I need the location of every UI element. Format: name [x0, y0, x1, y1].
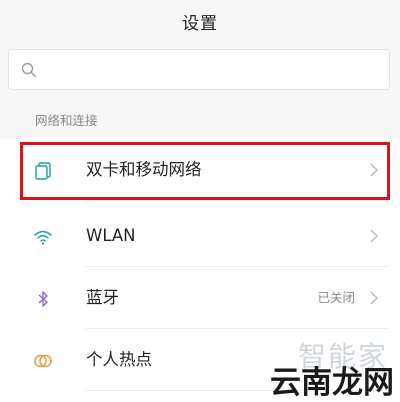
settings-item-label: 蓝牙 [86, 288, 119, 307]
hotspot-icon [34, 354, 52, 368]
chevron-right-icon [370, 229, 378, 243]
chevron-right-icon [370, 163, 378, 177]
status-text: 已关闭 [317, 290, 355, 305]
search-input[interactable] [8, 49, 390, 90]
divider [86, 200, 388, 201]
settings-item-wlan[interactable]: WLAN [0, 205, 400, 267]
settings-list: 双卡和移动网络 WLAN 蓝牙 已关闭 个人热点 [0, 139, 400, 402]
settings-item-bluetooth[interactable]: 蓝牙 已关闭 [0, 267, 400, 329]
page-title: 设置 [182, 13, 218, 34]
divider [86, 390, 388, 391]
search-icon [21, 62, 37, 78]
settings-item-label: 双卡和移动网络 [86, 160, 202, 179]
chevron-right-icon [370, 291, 378, 305]
section-label: 网络和连接 [35, 113, 98, 128]
wifi-icon [34, 230, 52, 245]
sim-cards-icon [35, 162, 51, 180]
settings-item-label: 个人热点 [86, 350, 152, 369]
settings-item-dual-sim[interactable]: 双卡和移动网络 [0, 139, 400, 201]
header: 设置 [0, 0, 400, 42]
settings-item-hotspot[interactable]: 个人热点 [0, 329, 400, 391]
bluetooth-icon [38, 291, 48, 307]
settings-item-label: WLAN [86, 226, 136, 245]
